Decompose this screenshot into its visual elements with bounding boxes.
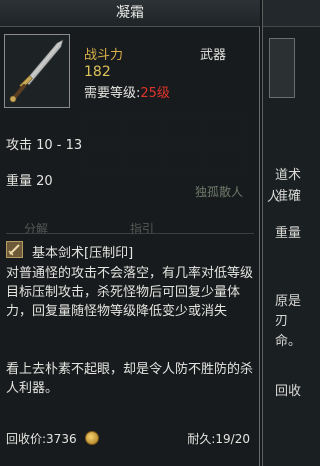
level-requirement: 需要等级:25级 <box>84 82 170 101</box>
comparison-text: 命。 <box>275 334 302 349</box>
item-title: 凝霜 <box>0 0 260 27</box>
item-category: 武器 <box>200 48 227 63</box>
comparison-text: 原是 <box>275 294 302 309</box>
item-tooltip: 凝霜 战斗力 182 需要等级:25级 武器 攻击 10 - 13 重量 20 … <box>0 0 260 466</box>
combat-power-value: 182 <box>84 64 111 80</box>
flavor-text: 看上去朴素不起眼，却是令人防不胜防的杀人利器。 <box>6 362 254 396</box>
divider <box>6 233 254 234</box>
comparison-tooltip: 人 道术 准確 重量 原是 刃 命。 回收 <box>262 0 320 466</box>
skill-scroll-icon <box>6 241 23 258</box>
durability: 耐久:19/20 <box>187 432 250 446</box>
level-requirement-value: 25级 <box>140 86 170 101</box>
comparison-text: 回收 <box>275 384 302 399</box>
weight-stat: 重量 20 <box>6 174 53 189</box>
item-icon-frame <box>4 34 70 108</box>
gold-coin-icon <box>85 431 99 445</box>
sell-price: 回收价:3736 <box>6 432 77 446</box>
background-guide-label: 指引 <box>130 222 155 236</box>
skill-name: 基本剑术[压制印] <box>32 246 134 261</box>
comparison-text: 重量 <box>275 226 302 241</box>
level-requirement-label: 需要等级: <box>84 86 141 101</box>
comparison-text: 道术 <box>275 168 302 183</box>
sword-icon <box>9 39 64 103</box>
background-player-name: 独孤散人 <box>195 185 244 199</box>
comparison-item-icon <box>269 38 295 98</box>
comparison-title-bar <box>263 0 320 27</box>
comparison-text: 准確 <box>275 189 302 204</box>
comparison-text: 刃 <box>275 314 289 329</box>
background-split-button: 分解 <box>24 222 49 236</box>
tooltip-footer: 回收价:3736 耐久:19/20 <box>0 398 260 466</box>
attack-stat: 攻击 10 - 13 <box>6 138 83 153</box>
skill-description: 对普通怪的攻击不会落空，有几率对低等级目标压制攻击，杀死怪物后可回复少量体力，回… <box>6 266 254 319</box>
combat-power-label: 战斗力 <box>84 48 124 63</box>
